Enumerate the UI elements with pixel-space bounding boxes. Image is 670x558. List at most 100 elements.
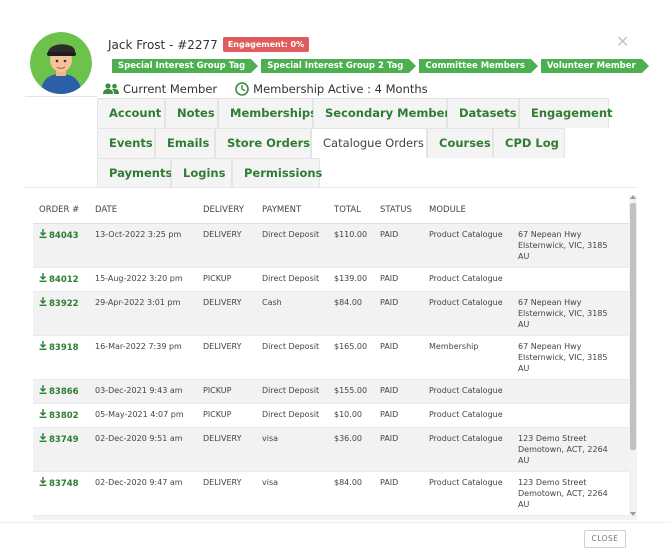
download-icon bbox=[39, 272, 47, 282]
cell-status: PAID bbox=[374, 403, 423, 428]
col-header-date: DATE bbox=[89, 197, 197, 224]
cell-delivery: PICKUP bbox=[197, 403, 256, 428]
col-header-status: STATUS bbox=[374, 197, 423, 224]
cell-delivery: DELIVERY bbox=[197, 335, 256, 380]
order-link[interactable]: 83749 bbox=[39, 432, 79, 445]
cell-order: 83753 bbox=[33, 515, 89, 520]
tab-emails[interactable]: Emails bbox=[155, 128, 215, 158]
cell-total: $84.00 bbox=[328, 291, 374, 336]
cell-date: 02-Dec-2020 9:51 am bbox=[89, 427, 197, 472]
orders-body: 84043 13-Oct-2022 3:25 pm DELIVERY Direct D… bbox=[33, 223, 629, 520]
cell-total: $139.00 bbox=[328, 267, 374, 292]
cell-order: 83749 bbox=[33, 427, 89, 472]
member-modal: ✕ Jack Frost - #2277 Engagement: 0% Spec… bbox=[0, 0, 670, 558]
tab-secondary-members[interactable]: Secondary Members bbox=[313, 98, 457, 128]
cell-status: PAID bbox=[374, 379, 423, 404]
cell-payment: Direct Deposit bbox=[256, 223, 328, 268]
cell-module: Product Catalogue bbox=[423, 471, 512, 516]
scroll-up-arrow-icon[interactable] bbox=[630, 195, 636, 199]
cell-address bbox=[512, 267, 629, 292]
close-button[interactable]: CLOSE bbox=[584, 530, 626, 548]
cell-address bbox=[512, 403, 629, 428]
download-icon bbox=[39, 432, 47, 442]
cell-total: $36.00 bbox=[328, 427, 374, 472]
cell-date: 03-Dec-2021 9:43 am bbox=[89, 379, 197, 404]
cell-module: Product Catalogue bbox=[423, 267, 512, 292]
table-row: 8375324-Jul-2020 10:48 amDELIVERYCash$11… bbox=[33, 515, 629, 520]
download-icon bbox=[39, 384, 47, 394]
cell-status: PAID bbox=[374, 427, 423, 472]
cell-delivery: PICKUP bbox=[197, 267, 256, 292]
order-link[interactable]: 83918 bbox=[39, 340, 79, 353]
table-row: 83749 02-Dec-2020 9:51 am DELIVERY visa $36.… bbox=[33, 427, 629, 472]
cell-status: PAID bbox=[374, 471, 423, 516]
cell-date: 02-Dec-2020 9:47 am bbox=[89, 471, 197, 516]
cell-payment: visa bbox=[256, 427, 328, 472]
cell-address: 67 Nepean Hwy Elsternwick, VIC, 3185 AU bbox=[512, 291, 629, 336]
clock-icon bbox=[235, 82, 249, 96]
scroll-down-arrow-icon[interactable] bbox=[630, 512, 636, 516]
cell-address: 67 Nepean Hwy Elsternwick, VIC, 3185 AU bbox=[512, 223, 629, 268]
tab-datasets[interactable]: Datasets bbox=[447, 98, 519, 128]
download-icon bbox=[39, 340, 47, 350]
cell-order: 83866 bbox=[33, 379, 89, 404]
tab-memberships[interactable]: Memberships bbox=[218, 98, 317, 128]
col-header-delivery: DELIVERY bbox=[197, 197, 256, 224]
cell-module: Membership bbox=[423, 515, 512, 520]
cell-address: 67 Nepean HwyElsternwick, VIC, 3185 bbox=[512, 515, 629, 520]
address-line: AU bbox=[518, 499, 530, 509]
cell-module: Product Catalogue bbox=[423, 403, 512, 428]
users-icon bbox=[103, 83, 119, 94]
tab-payments[interactable]: Payments bbox=[97, 158, 172, 188]
order-link[interactable]: 84012 bbox=[39, 272, 79, 285]
tag-committee-members: Committee Members bbox=[419, 59, 538, 73]
table-row: 83922 29-Apr-2022 3:01 pm DELIVERY Cash $84.… bbox=[33, 291, 629, 336]
address-line: 67 Nepean Hwy bbox=[518, 341, 582, 351]
col-header-payment: PAYMENT bbox=[256, 197, 328, 224]
cell-payment: Direct Deposit bbox=[256, 267, 328, 292]
close-icon[interactable]: ✕ bbox=[616, 34, 629, 50]
cell-payment: Direct Deposit bbox=[256, 335, 328, 380]
cell-status: PAID bbox=[374, 267, 423, 292]
table-header-row: ORDER # DATE DELIVERY PAYMENT TOTAL STAT… bbox=[33, 197, 629, 224]
order-link[interactable]: 83922 bbox=[39, 296, 79, 309]
tab-catalogue-orders[interactable]: Catalogue Orders bbox=[311, 128, 427, 158]
order-number: 83922 bbox=[49, 298, 79, 309]
scrollbar-thumb[interactable] bbox=[630, 203, 636, 450]
tab-courses[interactable]: Courses bbox=[427, 128, 493, 158]
cell-date: 16-Mar-2022 7:39 pm bbox=[89, 335, 197, 380]
tab-account[interactable]: Account bbox=[97, 98, 165, 128]
cell-payment: visa bbox=[256, 471, 328, 516]
address-line: AU bbox=[518, 455, 530, 465]
order-number: 84012 bbox=[49, 274, 79, 285]
col-header-module: MODULE bbox=[423, 197, 512, 224]
cell-address bbox=[512, 379, 629, 404]
order-number: 84043 bbox=[49, 230, 79, 241]
tab-store-orders[interactable]: Store Orders bbox=[215, 128, 311, 158]
tab-content-divider bbox=[25, 187, 637, 188]
tab-notes[interactable]: Notes bbox=[165, 98, 218, 128]
address-line: AU bbox=[518, 363, 530, 373]
member-tags: Special Interest Group Tag Special Inter… bbox=[112, 59, 652, 73]
tag-special-interest-group-2: Special Interest Group 2 Tag bbox=[261, 59, 417, 73]
tab-events[interactable]: Events bbox=[97, 128, 155, 158]
order-link[interactable]: 83748 bbox=[39, 476, 79, 489]
cell-order: 83922 bbox=[33, 291, 89, 336]
tab-permissions[interactable]: Permissions bbox=[232, 158, 322, 188]
address-line: 67 Nepean Hwy bbox=[518, 297, 582, 307]
cell-order: 84012 bbox=[33, 267, 89, 292]
cell-order: 83918 bbox=[33, 335, 89, 380]
order-link[interactable]: 83866 bbox=[39, 384, 79, 397]
member-status-row: Current Member Membership Active : 4 Mon… bbox=[103, 82, 428, 96]
order-link[interactable]: 84043 bbox=[39, 228, 79, 241]
cell-address: 123 Demo Street Demotown, ACT, 2264 AU bbox=[512, 471, 629, 516]
cell-delivery: DELIVERY bbox=[197, 515, 256, 520]
address-line: AU bbox=[518, 319, 530, 329]
order-number: 83748 bbox=[49, 478, 79, 489]
tab-engagement[interactable]: Engagement bbox=[519, 98, 613, 128]
download-icon bbox=[39, 296, 47, 306]
tab-logins[interactable]: Logins bbox=[171, 158, 232, 188]
order-link[interactable]: 83802 bbox=[39, 408, 79, 421]
tab-cpd-log[interactable]: CPD Log bbox=[493, 128, 565, 158]
col-header-total: TOTAL bbox=[328, 197, 374, 224]
